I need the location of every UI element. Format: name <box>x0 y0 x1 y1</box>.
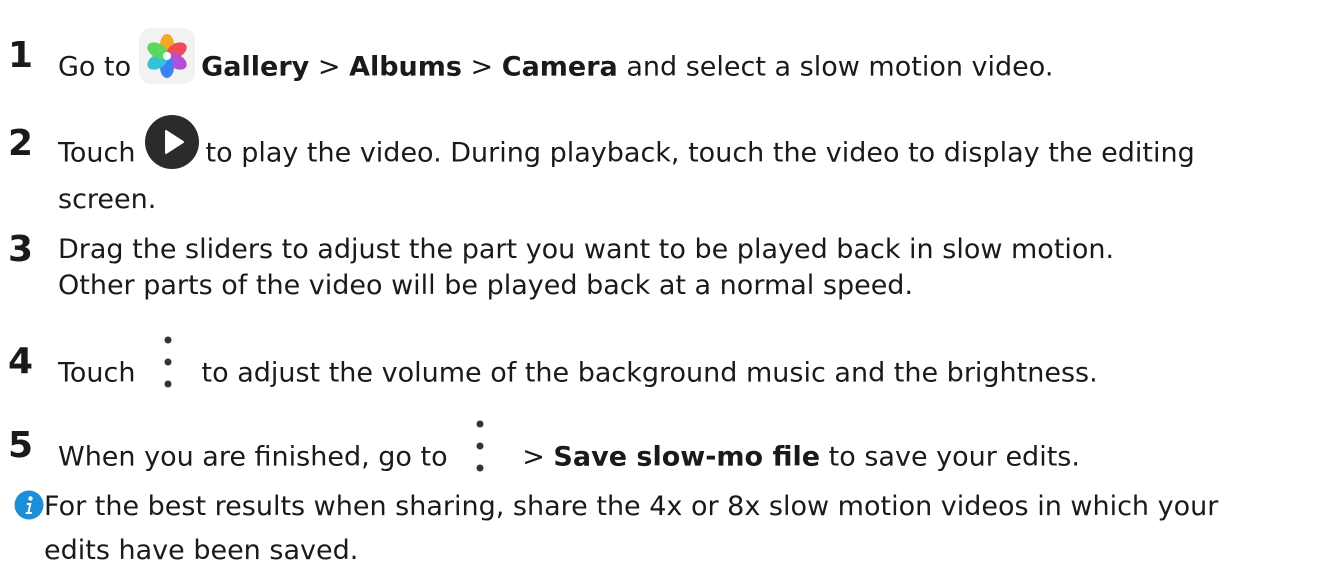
more-vertical-icon <box>156 332 180 392</box>
step-line-1: Drag the sliders to adjust the part you … <box>58 234 1115 265</box>
separator: > <box>513 441 554 473</box>
note-line-1: For the best results when sharing, share… <box>44 491 1219 522</box>
step-text: Touch to play the video. During playback… <box>58 115 1328 218</box>
gallery-label: Gallery <box>201 51 310 83</box>
camera-label: Camera <box>501 51 618 83</box>
note-text: For the best results when sharing, share… <box>44 485 1324 573</box>
step-text: Drag the sliders to adjust the part you … <box>58 232 1328 304</box>
separator: > <box>309 51 350 83</box>
step-suffix: and select a slow motion video. <box>617 51 1054 83</box>
info-icon <box>14 490 44 520</box>
step-number: 4 <box>8 341 34 382</box>
step-text: Go to Gallery > Albums > Camera and sele… <box>58 28 1328 98</box>
separator: > <box>461 51 502 83</box>
step-suffix: to save your edits. <box>820 441 1080 473</box>
gallery-icon <box>137 26 197 86</box>
step-suffix: to adjust the volume of the background m… <box>201 357 1098 389</box>
step-prefix: Touch <box>58 137 136 169</box>
play-icon <box>144 114 200 170</box>
albums-label: Albums <box>349 51 462 83</box>
step-line-2: screen. <box>58 184 157 215</box>
step-text: Touch to adjust the volume of the backgr… <box>58 336 1328 404</box>
step-text: When you are finished, go to > Save slow… <box>58 420 1328 488</box>
save-slowmo-label: Save slow-mo file <box>553 441 821 473</box>
step-number: 2 <box>8 123 34 164</box>
step-prefix: Go to <box>58 51 132 83</box>
step-number: 3 <box>8 229 34 270</box>
step-line-2: Other parts of the video will be played … <box>58 270 914 301</box>
step-prefix: When you are finished, go to <box>58 441 448 473</box>
step-number: 5 <box>8 425 34 466</box>
more-vertical-icon <box>468 416 492 476</box>
step-prefix: Touch <box>58 357 136 389</box>
note-line-2: edits have been saved. <box>44 535 359 566</box>
step-suffix: to play the video. During playback, touc… <box>205 137 1195 169</box>
step-number: 1 <box>8 35 34 76</box>
